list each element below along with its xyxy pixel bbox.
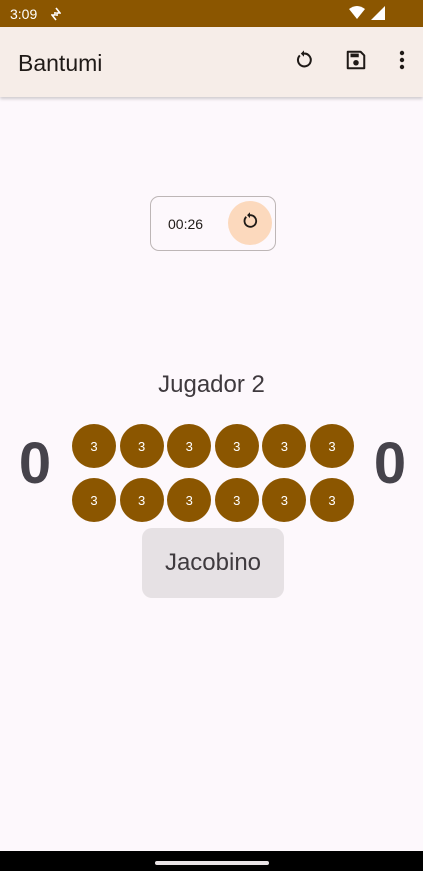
pit[interactable]: 3	[72, 478, 116, 522]
save-icon	[345, 49, 367, 76]
current-player-label: Jugador 2	[158, 371, 265, 398]
pit[interactable]: 3	[214, 424, 259, 468]
signal-icon	[371, 6, 385, 23]
player-name-button[interactable]: Jacobino	[142, 528, 284, 598]
restart-button[interactable]	[290, 48, 318, 76]
timer-reset-button[interactable]	[228, 201, 272, 245]
pit[interactable]: 3	[72, 424, 116, 468]
timer-chip: 00:26	[150, 196, 276, 251]
pit[interactable]: 3	[119, 424, 164, 468]
top-pit-row: 3 3 3 3 3 3	[72, 424, 354, 468]
bottom-pit-row: 3 3 3 3 3 3	[72, 478, 354, 522]
restart-icon	[293, 49, 315, 76]
navigation-bar	[0, 851, 423, 871]
status-right-icons	[349, 6, 385, 23]
data-saver-icon	[50, 7, 62, 21]
pit[interactable]: 3	[119, 478, 164, 522]
pit[interactable]: 3	[167, 424, 212, 468]
more-vert-icon	[399, 50, 405, 75]
status-time: 3:09	[10, 5, 38, 22]
timer-value: 00:26	[168, 216, 204, 232]
save-button[interactable]	[342, 48, 370, 76]
pit[interactable]: 3	[262, 478, 307, 522]
pit[interactable]: 3	[310, 424, 354, 468]
restart-icon	[240, 211, 260, 236]
pit[interactable]: 3	[167, 478, 212, 522]
right-store: 0	[373, 431, 407, 496]
status-bar: 3:09	[0, 0, 423, 27]
pit[interactable]: 3	[262, 424, 307, 468]
home-gesture-handle[interactable]	[155, 861, 269, 865]
pit[interactable]: 3	[310, 478, 354, 522]
app-bar: Bantumi	[0, 27, 423, 97]
more-options-button[interactable]	[388, 48, 416, 76]
wifi-icon	[349, 6, 365, 23]
app-title: Bantumi	[18, 50, 103, 76]
pit[interactable]: 3	[214, 478, 259, 522]
left-store: 0	[18, 431, 52, 496]
